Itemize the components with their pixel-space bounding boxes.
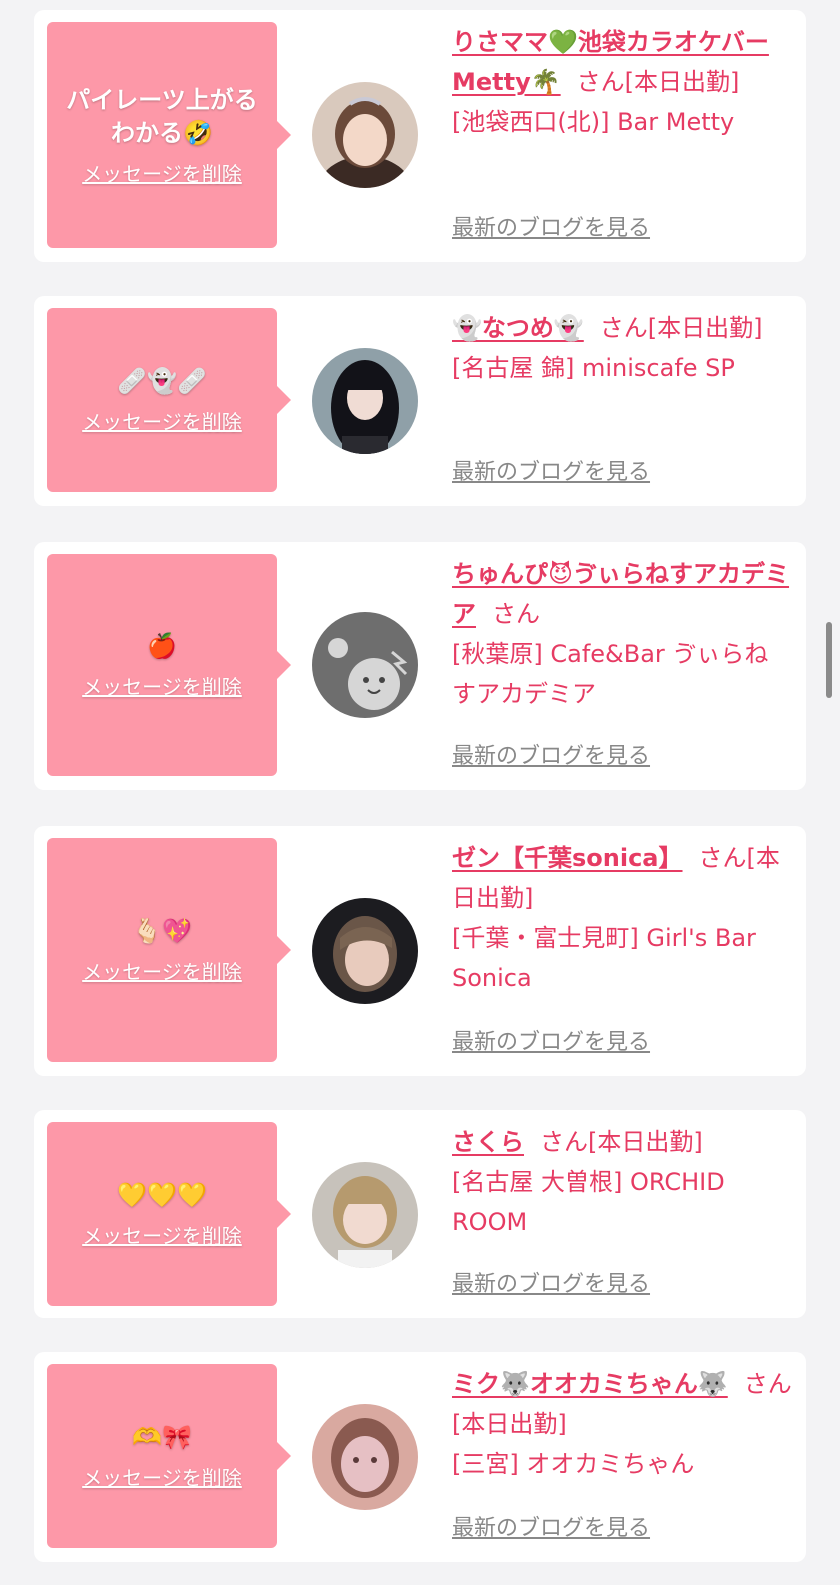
cast-suffix: さん[本日出勤] — [576, 68, 740, 96]
message-bubble: 💛💛💛 メッセージを削除 — [47, 1122, 291, 1306]
cast-name-link[interactable]: ミク🐺オオカミちゃん🐺 — [452, 1370, 728, 1398]
cast-suffix: さん[本日出勤] — [599, 314, 763, 342]
avatar[interactable] — [312, 82, 418, 188]
list-item: 🩹👻🩹 メッセージを削除 👻なつめ👻 さん[本日出勤] [名古屋 錦] minis… — [34, 296, 806, 506]
message-bubble: 🍎 メッセージを削除 — [47, 554, 291, 776]
avatar[interactable] — [312, 348, 418, 454]
message-text: 🩹👻🩹 — [117, 367, 207, 395]
avatar[interactable] — [312, 612, 418, 718]
latest-blog-link[interactable]: 最新のブログを見る — [452, 1266, 650, 1298]
avatar[interactable] — [312, 1404, 418, 1510]
message-list-page: パイレーツ上がるわかる🤣 メッセージを削除 りさママ💚池袋カラオケバーMetty… — [0, 0, 840, 1585]
message-bubble: 🩹👻🩹 メッセージを削除 — [47, 308, 291, 492]
shop-label: [名古屋 錦] miniscafe SP — [452, 354, 735, 382]
cast-info: りさママ💚池袋カラオケバーMetty🌴 さん[本日出勤] [池袋西口(北)] Ba… — [452, 22, 792, 142]
shop-label: [千葉・富士見町] Girl's Bar Sonica — [452, 924, 756, 992]
shop-label: [名古屋 大曽根] ORCHID ROOM — [452, 1168, 725, 1236]
cast-info: さくら さん[本日出勤] [名古屋 大曽根] ORCHID ROOM — [452, 1122, 792, 1242]
cast-name-link[interactable]: ゼン【千葉sonica】 — [452, 844, 683, 872]
delete-message-link[interactable]: メッセージを削除 — [82, 158, 242, 187]
message-bubble: 🫶🎀 メッセージを削除 — [47, 1364, 291, 1548]
latest-blog-link[interactable]: 最新のブログを見る — [452, 210, 650, 242]
delete-message-link[interactable]: メッセージを削除 — [82, 1220, 242, 1249]
scrollbar[interactable] — [826, 622, 832, 698]
delete-message-link[interactable]: メッセージを削除 — [82, 671, 242, 700]
cast-name-link[interactable]: 👻なつめ👻 — [452, 314, 584, 342]
message-text: 💛💛💛 — [117, 1181, 207, 1209]
list-item: 🍎 メッセージを削除 ちゅんぴ😈ゔぃらねすアカデミア さん [秋葉原] Cafe&… — [34, 542, 806, 790]
message-bubble: 🫰🏻💖 メッセージを削除 — [47, 838, 291, 1062]
avatar[interactable] — [312, 1162, 418, 1268]
latest-blog-link[interactable]: 最新のブログを見る — [452, 1024, 650, 1056]
list-item: 🫶🎀 メッセージを削除 ミク🐺オオカミちゃん🐺 さん[本日出勤] [三宮] オオカ… — [34, 1352, 806, 1562]
shop-label: [池袋西口(北)] Bar Metty — [452, 108, 735, 136]
list-item: パイレーツ上がるわかる🤣 メッセージを削除 りさママ💚池袋カラオケバーMetty… — [34, 10, 806, 262]
cast-suffix: さん — [492, 600, 540, 628]
shop-label: [三宮] オオカミちゃん — [452, 1450, 695, 1478]
message-text: 🫰🏻💖 — [132, 917, 192, 945]
cast-info: ミク🐺オオカミちゃん🐺 さん[本日出勤] [三宮] オオカミちゃん — [452, 1364, 792, 1484]
message-text: パイレーツ上がるわかる🤣 — [66, 85, 258, 147]
list-item: 🫰🏻💖 メッセージを削除 ゼン【千葉sonica】 さん[本日出勤] [千葉・富士… — [34, 826, 806, 1076]
cast-info: ちゅんぴ😈ゔぃらねすアカデミア さん [秋葉原] Cafe&Bar ゔぃらねすアカ… — [452, 554, 792, 714]
avatar[interactable] — [312, 898, 418, 1004]
cast-suffix: さん[本日出勤] — [540, 1128, 703, 1156]
latest-blog-link[interactable]: 最新のブログを見る — [452, 738, 650, 770]
list-item: 💛💛💛 メッセージを削除 さくら さん[本日出勤] [名古屋 大曽根] ORCHI… — [34, 1110, 806, 1318]
delete-message-link[interactable]: メッセージを削除 — [82, 406, 242, 435]
cast-info: 👻なつめ👻 さん[本日出勤] [名古屋 錦] miniscafe SP — [452, 308, 792, 388]
message-text: 🍎 — [147, 632, 177, 660]
shop-label: [秋葉原] Cafe&Bar ゔぃらねすアカデミア — [452, 640, 769, 708]
latest-blog-link[interactable]: 最新のブログを見る — [452, 454, 650, 486]
message-bubble: パイレーツ上がるわかる🤣 メッセージを削除 — [47, 22, 291, 248]
cast-name-link[interactable]: さくら — [452, 1128, 524, 1156]
delete-message-link[interactable]: メッセージを削除 — [82, 956, 242, 985]
latest-blog-link[interactable]: 最新のブログを見る — [452, 1510, 650, 1542]
delete-message-link[interactable]: メッセージを削除 — [82, 1462, 242, 1491]
message-text: 🫶🎀 — [132, 1423, 192, 1451]
cast-info: ゼン【千葉sonica】 さん[本日出勤] [千葉・富士見町] Girl's Ba… — [452, 838, 792, 998]
